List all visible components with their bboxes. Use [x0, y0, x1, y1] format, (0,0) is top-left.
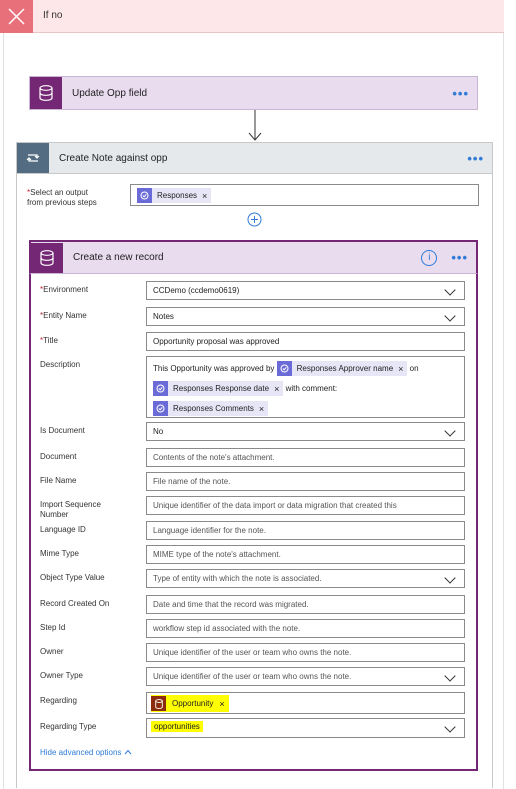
if-no-label: If no: [43, 10, 63, 21]
add-step-icon[interactable]: [247, 212, 262, 227]
owner-type-label: Owner Type: [40, 671, 83, 680]
if-no-header[interactable]: If no: [0, 0, 504, 33]
description-input[interactable]: This Opportunity was approved by Respons…: [146, 356, 465, 418]
step-id-label: Step Id: [40, 623, 66, 632]
language-id-input[interactable]: Language identifier for the note.: [146, 521, 465, 540]
regarding-input[interactable]: Opportunity ×: [146, 692, 465, 714]
document-input[interactable]: Contents of the note's attachment.: [146, 448, 465, 467]
approver-name-token[interactable]: Responses Approver name ×: [276, 359, 408, 379]
info-icon[interactable]: i: [421, 249, 438, 266]
file-name-input[interactable]: File name of the note.: [146, 472, 465, 491]
owner-label: Owner: [40, 647, 64, 656]
database-icon: [31, 242, 63, 273]
note-card-title: Create Note against opp: [59, 152, 168, 164]
owner-type-select[interactable]: Unique identifier of the user or team wh…: [146, 667, 465, 686]
loop-icon: [17, 143, 49, 173]
language-id-label: Language ID: [40, 525, 86, 534]
chevron-down-icon: [444, 572, 456, 584]
chevron-down-icon: [444, 670, 456, 682]
hide-advanced-options-link[interactable]: Hide advanced options: [40, 748, 132, 757]
import-sequence-label: Import Sequence Number: [40, 500, 101, 519]
remove-token-icon[interactable]: ×: [259, 399, 264, 417]
remove-token-icon[interactable]: ×: [202, 191, 207, 201]
response-date-token[interactable]: Responses Response date ×: [153, 379, 284, 399]
database-icon: [30, 77, 62, 109]
remove-token-icon[interactable]: ×: [398, 359, 403, 379]
title-label: *Title: [40, 336, 58, 345]
file-name-label: File Name: [40, 476, 77, 485]
mime-type-label: Mime Type: [40, 549, 79, 558]
object-type-select[interactable]: Type of entity with which the note is as…: [146, 569, 465, 588]
note-card-header[interactable]: Create Note against opp •••: [16, 142, 493, 174]
description-label: Description: [40, 360, 81, 369]
chevron-down-icon: [444, 310, 456, 322]
chevron-down-icon: [444, 721, 456, 733]
step-id-input[interactable]: workflow step id associated with the not…: [146, 619, 465, 638]
mime-type-input[interactable]: MIME type of the note's attachment.: [146, 545, 465, 564]
chevron-down-icon: [444, 284, 456, 296]
environment-label: *Environment: [40, 285, 89, 294]
regarding-label: Regarding: [40, 696, 77, 705]
remove-token-icon[interactable]: ×: [274, 379, 279, 399]
record-created-input[interactable]: Date and time that the record was migrat…: [146, 595, 465, 614]
approval-icon: [137, 188, 152, 203]
select-output-input[interactable]: Responses ×: [130, 184, 479, 206]
regarding-type-select[interactable]: opportunities: [146, 718, 465, 738]
responses-token[interactable]: Responses ×: [137, 188, 212, 203]
update-opp-title: Update Opp field: [72, 87, 148, 99]
environment-select[interactable]: CCDemo (ccdemo0619): [146, 281, 465, 300]
is-document-label: Is Document: [40, 426, 85, 435]
more-options-icon[interactable]: •••: [451, 250, 468, 265]
create-record-title: Create a new record: [73, 252, 164, 263]
comments-token[interactable]: Responses Comments ×: [153, 399, 269, 417]
is-document-select[interactable]: No: [146, 422, 465, 441]
entity-name-select[interactable]: Notes: [146, 307, 465, 326]
select-output-label: *Select an output from previous steps: [27, 188, 97, 207]
title-input[interactable]: Opportunity proposal was approved: [146, 332, 465, 351]
import-sequence-input[interactable]: Unique identifier of the data import or …: [146, 496, 465, 515]
database-icon: [151, 696, 166, 711]
object-type-label: Object Type Value: [40, 573, 105, 582]
update-opp-card[interactable]: Update Opp field •••: [29, 76, 478, 110]
record-created-label: Record Created On: [40, 599, 110, 608]
approval-icon: [276, 361, 292, 377]
opportunity-token[interactable]: Opportunity ×: [151, 695, 229, 712]
more-options-icon[interactable]: •••: [452, 86, 469, 101]
arrow-down-icon: [248, 110, 262, 141]
remove-token-icon[interactable]: ×: [219, 699, 224, 709]
more-options-icon[interactable]: •••: [467, 151, 484, 166]
document-label: Document: [40, 452, 77, 461]
owner-input[interactable]: Unique identifier of the user or team wh…: [146, 643, 465, 662]
entity-name-label: *Entity Name: [40, 311, 87, 320]
create-record-header[interactable]: Create a new record i •••: [29, 240, 478, 274]
chevron-down-icon: [444, 425, 456, 437]
approval-icon: [153, 401, 168, 417]
chevron-up-icon: [124, 749, 132, 755]
close-icon[interactable]: [0, 0, 33, 33]
regarding-type-label: Regarding Type: [40, 722, 97, 731]
approval-icon: [153, 381, 168, 397]
